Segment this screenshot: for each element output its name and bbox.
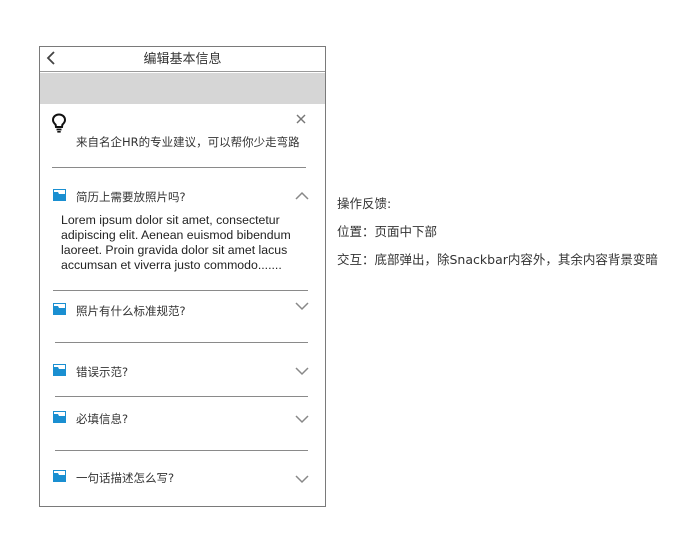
faq-question-wrong-examples[interactable]: 错误示范? bbox=[76, 364, 128, 380]
tip-text: 来自名企HR的专业建议，可以帮你少走弯路 bbox=[76, 135, 300, 149]
top-bar: 编辑基本信息 bbox=[40, 47, 325, 72]
faq-question-required-info[interactable]: 必填信息? bbox=[76, 411, 128, 427]
close-icon[interactable] bbox=[295, 113, 307, 125]
folder-image-icon bbox=[53, 470, 66, 482]
divider bbox=[55, 342, 308, 343]
faq-question-one-sentence[interactable]: 一句话描述怎么写? bbox=[76, 470, 174, 486]
faq-answer: Lorem ipsum dolor sit amet, consectetur … bbox=[61, 213, 291, 272]
folder-image-icon bbox=[53, 189, 66, 201]
lightbulb-icon bbox=[51, 113, 67, 133]
divider bbox=[53, 290, 308, 291]
feedback-label: 操作反馈: bbox=[337, 196, 392, 211]
position-note: 位置：页面中下部 bbox=[337, 224, 438, 239]
chevron-down-icon[interactable] bbox=[295, 367, 309, 376]
chevron-down-icon[interactable] bbox=[295, 302, 309, 311]
chevron-down-icon[interactable] bbox=[295, 475, 309, 484]
page-title: 编辑基本信息 bbox=[143, 52, 222, 67]
mobile-screen: 编辑基本信息 来自名企HR的专业建议，可以帮你少走弯路 简历上需要放照片吗? L… bbox=[39, 46, 326, 507]
folder-image-icon bbox=[53, 411, 66, 423]
divider bbox=[55, 450, 308, 451]
faq-question-photo-standards[interactable]: 照片有什么标准规范? bbox=[76, 303, 186, 319]
divider bbox=[52, 167, 306, 168]
interaction-note: 交互：底部弹出，除Snackbar内容外，其余内容背景变暗 bbox=[337, 252, 658, 267]
chevron-up-icon[interactable] bbox=[295, 191, 309, 200]
folder-image-icon bbox=[53, 303, 66, 315]
folder-image-icon bbox=[53, 364, 66, 376]
placeholder-banner bbox=[40, 73, 325, 104]
divider bbox=[55, 396, 308, 397]
faq-question-photo[interactable]: 简历上需要放照片吗? bbox=[76, 189, 186, 205]
chevron-down-icon[interactable] bbox=[295, 415, 309, 424]
